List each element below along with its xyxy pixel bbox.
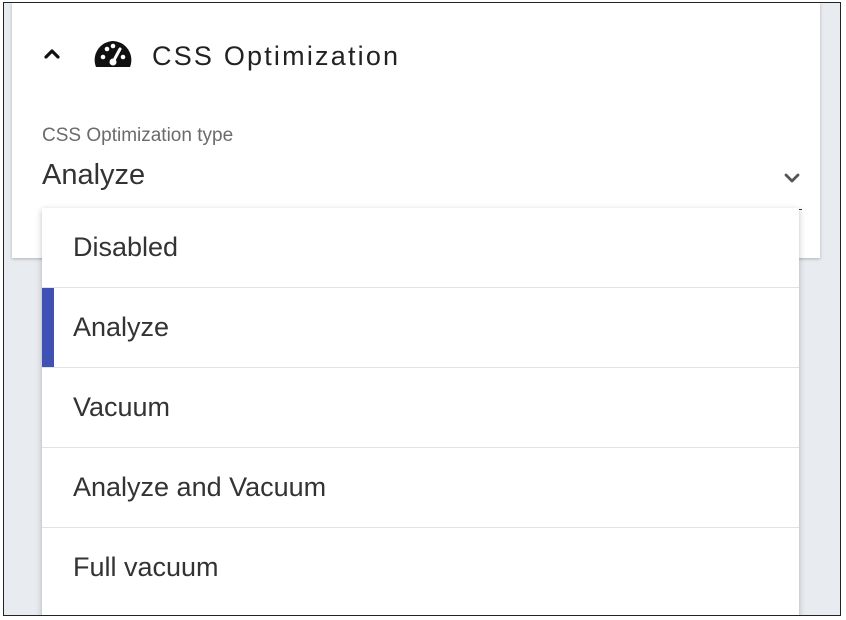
menu-item-label: Analyze and Vacuum — [73, 472, 327, 502]
panel-title: CSS Optimization — [152, 41, 401, 71]
menu-item-label: Analyze — [73, 312, 170, 342]
menu-item-analyze[interactable]: Analyze — [42, 288, 799, 368]
menu-item-label: Vacuum — [73, 392, 171, 422]
screenshot-frame: CSS Optimization CSS Optimization type A… — [3, 2, 841, 616]
menu-item-disabled[interactable]: Disabled — [42, 208, 799, 288]
chevron-up-icon[interactable] — [40, 42, 64, 66]
menu-item-vacuum[interactable]: Vacuum — [42, 368, 799, 448]
menu-item-full-vacuum[interactable]: Full vacuum — [42, 528, 799, 608]
field-label: CSS Optimization type — [42, 125, 234, 146]
panel-header[interactable]: CSS Optimization — [12, 3, 820, 109]
select-value: Analyze — [42, 159, 146, 191]
gauge-icon — [92, 39, 134, 71]
optimization-type-select[interactable]: Analyze — [42, 155, 802, 210]
menu-item-label: Disabled — [73, 232, 179, 262]
menu-item-analyze-and-vacuum[interactable]: Analyze and Vacuum — [42, 448, 799, 528]
menu-item-label: Full vacuum — [73, 552, 219, 582]
dropdown-menu: Disabled Analyze Vacuum Analyze and Vacu… — [42, 208, 799, 615]
chevron-down-icon[interactable] — [782, 171, 802, 185]
